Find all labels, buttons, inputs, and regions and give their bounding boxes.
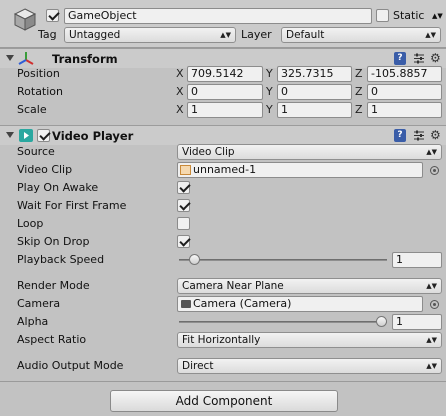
render-mode-value: Camera Near Plane bbox=[182, 280, 284, 292]
transform-header[interactable]: Transform ? ⚙ bbox=[0, 48, 446, 68]
transform-foldout-icon[interactable] bbox=[6, 55, 14, 61]
playback-speed-label: Playback Speed bbox=[17, 253, 105, 266]
playback-speed-field[interactable]: 1 bbox=[392, 252, 442, 268]
video-clip-asset-icon bbox=[180, 165, 191, 175]
audio-output-dropdown-arrow-icon: ▲▼ bbox=[426, 362, 437, 370]
transform-help-icon[interactable]: ? bbox=[394, 52, 406, 65]
scale-y-axis-label[interactable]: Y bbox=[266, 102, 273, 118]
loop-label: Loop bbox=[17, 217, 44, 230]
position-x-field[interactable]: 709.5142 bbox=[187, 66, 263, 82]
aspect-ratio-value: Fit Horizontally bbox=[182, 334, 261, 346]
tag-dropdown[interactable]: Untagged ▲▼ bbox=[64, 27, 236, 43]
layer-dropdown-arrow-icon: ▲▼ bbox=[425, 31, 436, 39]
components-end-divider bbox=[0, 381, 446, 382]
aspect-ratio-label: Aspect Ratio bbox=[17, 333, 87, 346]
render-mode-dropdown[interactable]: Camera Near Plane ▲▼ bbox=[177, 278, 442, 294]
video-player-foldout-icon[interactable] bbox=[6, 132, 14, 138]
camera-value: Camera (Camera) bbox=[193, 297, 292, 310]
camera-object-picker-icon[interactable] bbox=[430, 300, 439, 309]
video-clip-value: unnamed-1 bbox=[193, 163, 257, 176]
rotation-z-axis-label[interactable]: Z bbox=[355, 84, 363, 100]
video-player-settings-gear-icon[interactable]: ⚙ bbox=[430, 128, 441, 143]
add-component-button[interactable]: Add Component bbox=[110, 390, 338, 412]
scale-z-axis-label[interactable]: Z bbox=[355, 102, 363, 118]
gameobject-header: GameObject Static ▲▼ Tag Untagged ▲▼ Lay… bbox=[0, 0, 446, 48]
position-x-axis-label[interactable]: X bbox=[176, 66, 184, 82]
position-z-axis-label[interactable]: Z bbox=[355, 66, 363, 82]
render-mode-label: Render Mode bbox=[17, 279, 90, 292]
tag-value: Untagged bbox=[69, 29, 121, 41]
layer-value: Default bbox=[286, 29, 325, 41]
transform-title: Transform bbox=[52, 52, 118, 66]
video-player-enabled-checkbox[interactable] bbox=[37, 129, 50, 142]
source-dropdown-arrow-icon: ▲▼ bbox=[426, 148, 437, 156]
tag-label: Tag bbox=[38, 28, 57, 41]
rotation-x-axis-label[interactable]: X bbox=[176, 84, 184, 100]
camera-label: Camera bbox=[17, 297, 61, 310]
scale-label: Scale bbox=[17, 103, 47, 116]
camera-field[interactable]: Camera (Camera) bbox=[177, 296, 423, 312]
video-clip-label: Video Clip bbox=[17, 163, 73, 176]
transform-icon bbox=[18, 51, 34, 67]
scale-x-field[interactable]: 1 bbox=[187, 102, 263, 118]
rotation-y-axis-label[interactable]: Y bbox=[266, 84, 273, 100]
scale-y-field[interactable]: 1 bbox=[277, 102, 352, 118]
layer-label: Layer bbox=[241, 28, 272, 41]
skip-on-drop-checkbox[interactable] bbox=[177, 235, 190, 248]
wait-first-frame-label: Wait For First Frame bbox=[17, 199, 127, 212]
audio-output-dropdown[interactable]: Direct ▲▼ bbox=[177, 358, 442, 374]
static-dropdown-icon[interactable]: ▲▼ bbox=[432, 8, 443, 24]
video-clip-field[interactable]: unnamed-1 bbox=[177, 162, 423, 178]
rotation-z-field[interactable]: 0 bbox=[367, 84, 442, 100]
rotation-label: Rotation bbox=[17, 85, 64, 98]
tag-dropdown-arrow-icon: ▲▼ bbox=[220, 31, 231, 39]
play-on-awake-label: Play On Awake bbox=[17, 181, 99, 194]
source-label: Source bbox=[17, 145, 55, 158]
gameobject-cube-icon bbox=[11, 5, 39, 33]
video-player-icon bbox=[19, 129, 33, 142]
render-mode-dropdown-arrow-icon: ▲▼ bbox=[426, 282, 437, 290]
transform-preset-icon[interactable] bbox=[412, 52, 426, 65]
video-clip-object-picker-icon[interactable] bbox=[430, 166, 439, 175]
audio-output-label: Audio Output Mode bbox=[17, 359, 124, 372]
add-component-label: Add Component bbox=[175, 394, 273, 408]
video-player-preset-icon[interactable] bbox=[412, 129, 426, 142]
aspect-ratio-dropdown-arrow-icon: ▲▼ bbox=[426, 336, 437, 344]
alpha-field[interactable]: 1 bbox=[392, 314, 442, 330]
skip-on-drop-label: Skip On Drop bbox=[17, 235, 90, 248]
video-player-title: Video Player bbox=[52, 129, 134, 143]
position-label: Position bbox=[17, 67, 60, 80]
static-checkbox[interactable] bbox=[376, 9, 389, 22]
position-y-axis-label[interactable]: Y bbox=[266, 66, 273, 82]
rotation-y-field[interactable]: 0 bbox=[277, 84, 352, 100]
camera-asset-icon bbox=[181, 300, 191, 308]
static-label: Static bbox=[393, 9, 425, 22]
position-y-field[interactable]: 325.7315 bbox=[277, 66, 352, 82]
source-dropdown[interactable]: Video Clip ▲▼ bbox=[177, 144, 442, 160]
source-value: Video Clip bbox=[182, 146, 235, 158]
loop-checkbox[interactable] bbox=[177, 217, 190, 230]
scale-x-axis-label[interactable]: X bbox=[176, 102, 184, 118]
aspect-ratio-dropdown[interactable]: Fit Horizontally ▲▼ bbox=[177, 332, 442, 348]
wait-first-frame-checkbox[interactable] bbox=[177, 199, 190, 212]
transform-settings-gear-icon[interactable]: ⚙ bbox=[430, 51, 441, 66]
alpha-slider-thumb[interactable] bbox=[376, 316, 387, 327]
play-on-awake-checkbox[interactable] bbox=[177, 181, 190, 194]
rotation-x-field[interactable]: 0 bbox=[187, 84, 263, 100]
video-player-help-icon[interactable]: ? bbox=[394, 129, 406, 142]
position-z-field[interactable]: -105.8857 bbox=[367, 66, 442, 82]
playback-speed-slider-thumb[interactable] bbox=[188, 254, 200, 265]
layer-dropdown[interactable]: Default ▲▼ bbox=[281, 27, 441, 43]
scale-z-field[interactable]: 1 bbox=[367, 102, 442, 118]
video-player-header[interactable]: Video Player ? ⚙ bbox=[0, 125, 446, 145]
alpha-slider-track[interactable] bbox=[179, 321, 387, 323]
active-checkbox[interactable] bbox=[46, 9, 59, 22]
playback-speed-slider-track[interactable] bbox=[179, 259, 387, 261]
audio-output-value: Direct bbox=[182, 360, 214, 372]
alpha-label: Alpha bbox=[17, 315, 49, 328]
name-field[interactable]: GameObject bbox=[64, 8, 372, 24]
